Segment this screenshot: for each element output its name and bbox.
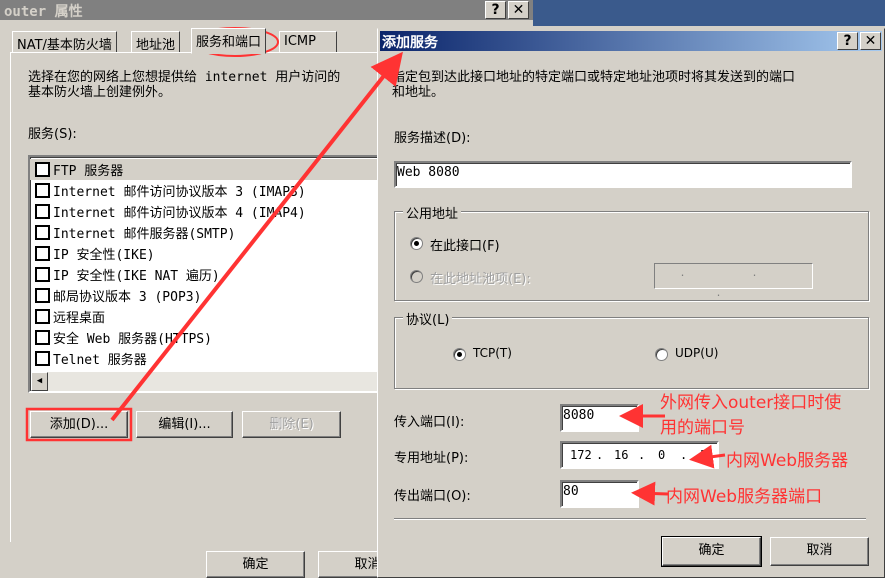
tab-services-ports[interactable]: 服务和端口 bbox=[191, 28, 267, 54]
incoming-port-note-1: 外网传入outer接口时使 bbox=[660, 393, 842, 413]
arrow-outgoing-port bbox=[631, 481, 669, 506]
private-address-note: 内网Web服务器 bbox=[726, 451, 849, 471]
arrow-to-dialog bbox=[110, 51, 403, 422]
incoming-port-note-2: 用的端口号 bbox=[660, 418, 745, 438]
arrow-private-address bbox=[689, 444, 726, 469]
outgoing-port-note: 内网Web服务器端口 bbox=[666, 487, 823, 507]
